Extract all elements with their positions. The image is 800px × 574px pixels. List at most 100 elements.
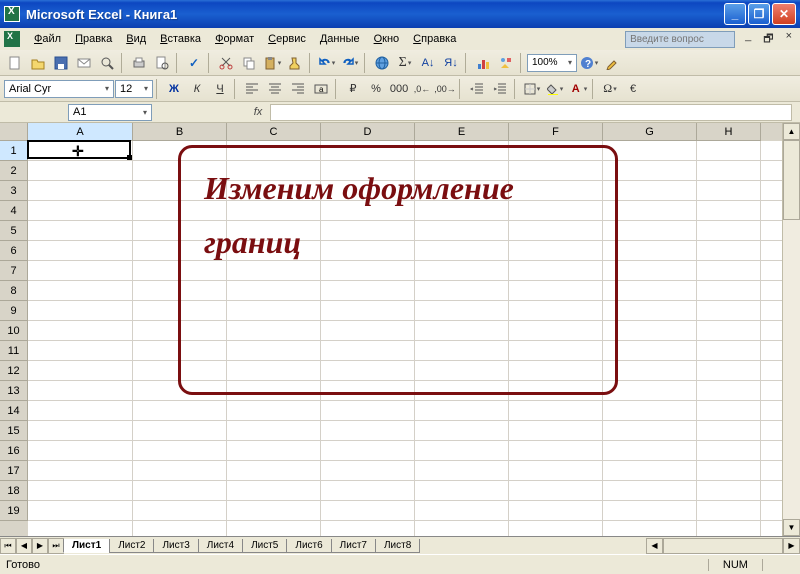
row-header[interactable]: 5	[0, 221, 28, 241]
undo-button[interactable]	[316, 52, 338, 74]
font-name-combo[interactable]: Arial Cyr	[4, 80, 114, 98]
row-header[interactable]: 1	[0, 141, 28, 161]
row-header[interactable]: 18	[0, 481, 28, 501]
align-left-button[interactable]	[241, 78, 263, 100]
bold-button[interactable]: Ж	[163, 78, 185, 100]
row-header[interactable]: 15	[0, 421, 28, 441]
autosum-button[interactable]: Σ	[394, 52, 416, 74]
menu-правка[interactable]: Правка	[69, 31, 118, 47]
row-header[interactable]: 14	[0, 401, 28, 421]
increase-decimal-button[interactable]: ,0←	[411, 78, 433, 100]
column-header[interactable]: D	[321, 123, 415, 141]
paste-button[interactable]	[261, 52, 283, 74]
spelling-button[interactable]: ✓	[183, 52, 205, 74]
doc-close-button[interactable]: ×	[786, 30, 792, 49]
sheet-tab[interactable]: Лист3	[153, 539, 198, 553]
column-header[interactable]: H	[697, 123, 761, 141]
doc-minimize-button[interactable]: _	[745, 30, 751, 49]
row-header[interactable]: 13	[0, 381, 28, 401]
print-preview-button[interactable]	[151, 52, 173, 74]
tab-first-button[interactable]: ⏮	[0, 538, 16, 554]
merge-center-button[interactable]: a	[310, 78, 332, 100]
mail-button[interactable]	[73, 52, 95, 74]
menu-окно[interactable]: Окно	[368, 31, 406, 47]
zoom-combo[interactable]: 100%	[527, 54, 577, 72]
open-button[interactable]	[27, 52, 49, 74]
column-header[interactable]: G	[603, 123, 697, 141]
comma-style-button[interactable]: 000	[388, 78, 410, 100]
sheet-tab[interactable]: Лист1	[63, 539, 110, 553]
new-button[interactable]	[4, 52, 26, 74]
draw-tool-button[interactable]	[601, 52, 623, 74]
doc-restore-button[interactable]: 🗗	[763, 30, 773, 49]
euro-button[interactable]: €	[622, 78, 644, 100]
row-header[interactable]: 4	[0, 201, 28, 221]
scroll-down-button[interactable]: ▼	[783, 519, 800, 536]
copy-button[interactable]	[238, 52, 260, 74]
decrease-indent-button[interactable]	[466, 78, 488, 100]
column-header[interactable]: A	[28, 123, 133, 141]
column-header[interactable]: F	[509, 123, 603, 141]
row-header[interactable]: 2	[0, 161, 28, 181]
menu-справка[interactable]: Справка	[407, 31, 462, 47]
sheet-tab[interactable]: Лист7	[331, 539, 376, 553]
row-header[interactable]: 8	[0, 281, 28, 301]
sheet-tab[interactable]: Лист6	[286, 539, 331, 553]
cell-grid[interactable]: ✛ Изменим оформление границ	[28, 141, 782, 536]
row-header[interactable]: 7	[0, 261, 28, 281]
italic-button[interactable]: К	[186, 78, 208, 100]
cut-button[interactable]	[215, 52, 237, 74]
column-header[interactable]: B	[133, 123, 227, 141]
row-header[interactable]: 10	[0, 321, 28, 341]
sheet-tab[interactable]: Лист4	[198, 539, 243, 553]
align-right-button[interactable]	[287, 78, 309, 100]
fill-color-button[interactable]	[544, 78, 566, 100]
tab-prev-button[interactable]: ◀	[16, 538, 32, 554]
align-center-button[interactable]	[264, 78, 286, 100]
vertical-scrollbar[interactable]: ▲ ▼	[782, 123, 800, 536]
menu-файл[interactable]: Файл	[28, 31, 67, 47]
column-header[interactable]: C	[227, 123, 321, 141]
percent-button[interactable]: %	[365, 78, 387, 100]
print-button[interactable]	[128, 52, 150, 74]
scroll-thumb[interactable]	[783, 140, 800, 220]
scroll-left-button[interactable]: ◀	[646, 538, 663, 554]
sheet-tab[interactable]: Лист5	[242, 539, 287, 553]
underline-button[interactable]: Ч	[209, 78, 231, 100]
increase-indent-button[interactable]	[489, 78, 511, 100]
row-header[interactable]: 3	[0, 181, 28, 201]
redo-button[interactable]	[339, 52, 361, 74]
select-all-corner[interactable]	[0, 123, 28, 141]
close-button[interactable]: ✕	[772, 3, 796, 25]
sort-desc-button[interactable]: Я↓	[440, 52, 462, 74]
row-header[interactable]: 19	[0, 501, 28, 521]
row-header[interactable]: 11	[0, 341, 28, 361]
sort-asc-button[interactable]: А↓	[417, 52, 439, 74]
minimize-button[interactable]: _	[724, 3, 746, 25]
column-header[interactable]: E	[415, 123, 509, 141]
row-header[interactable]: 16	[0, 441, 28, 461]
sheet-tab[interactable]: Лист2	[109, 539, 154, 553]
search-button[interactable]	[96, 52, 118, 74]
chart-wizard-button[interactable]	[472, 52, 494, 74]
save-button[interactable]	[50, 52, 72, 74]
drawing-toolbar-button[interactable]	[495, 52, 517, 74]
row-header[interactable]: 17	[0, 461, 28, 481]
ask-question-box[interactable]	[625, 31, 735, 48]
help-button[interactable]: ?	[578, 52, 600, 74]
currency-button[interactable]: ₽	[342, 78, 364, 100]
excel-doc-icon[interactable]	[4, 31, 20, 47]
font-color-button[interactable]: А	[567, 78, 589, 100]
menu-вид[interactable]: Вид	[120, 31, 152, 47]
row-header[interactable]: 12	[0, 361, 28, 381]
tab-next-button[interactable]: ▶	[32, 538, 48, 554]
row-header[interactable]: 6	[0, 241, 28, 261]
row-header[interactable]: 9	[0, 301, 28, 321]
scroll-right-button[interactable]: ▶	[783, 538, 800, 554]
autoshapes-button[interactable]: Ω	[599, 78, 621, 100]
menu-вставка[interactable]: Вставка	[154, 31, 207, 47]
sheet-tab[interactable]: Лист8	[375, 539, 420, 553]
fx-icon[interactable]: fx	[250, 104, 266, 120]
maximize-button[interactable]: ❐	[748, 3, 770, 25]
menu-данные[interactable]: Данные	[314, 31, 366, 47]
